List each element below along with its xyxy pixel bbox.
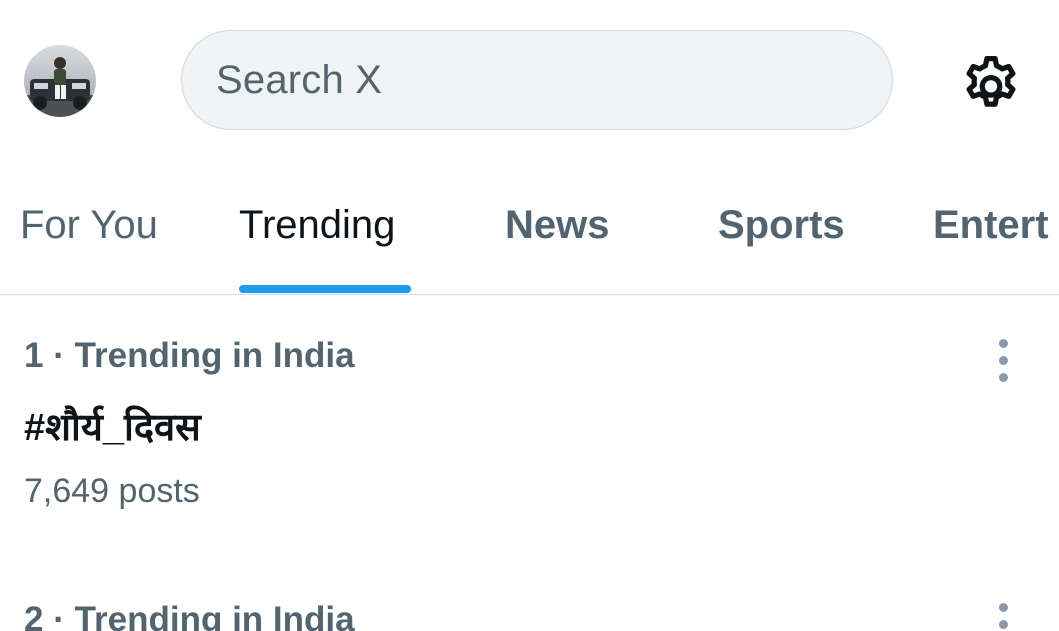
trend-item[interactable]: 2 · Trending in India [0,560,1059,631]
tab-entertainment[interactable]: Entert [933,203,1049,248]
more-options-icon[interactable] [992,336,1016,386]
active-tab-indicator [239,285,411,293]
trend-meta: 1 · Trending in India [24,336,355,375]
tab-trending[interactable]: Trending [239,203,395,248]
trend-title: #शौर्य_दिवस [24,407,201,449]
tab-news[interactable]: News [505,203,610,248]
trend-meta: 2 · Trending in India [24,600,355,631]
search-placeholder: Search X [216,57,383,102]
avatar-photo [24,45,96,117]
more-options-icon[interactable] [992,600,1016,631]
trend-item[interactable]: 1 · Trending in India #शौर्य_दिवस 7,649 … [0,296,1059,546]
tab-sports[interactable]: Sports [718,203,845,248]
explore-page: Search X For You Trending News Sports En… [0,0,1059,631]
trend-post-count: 7,649 posts [24,472,200,510]
search-input[interactable]: Search X [181,30,893,130]
profile-avatar[interactable] [24,45,96,117]
settings-gear-icon[interactable] [956,47,1026,117]
explore-tabs: For You Trending News Sports Entert [0,175,1059,295]
tab-for-you[interactable]: For You [20,203,158,248]
